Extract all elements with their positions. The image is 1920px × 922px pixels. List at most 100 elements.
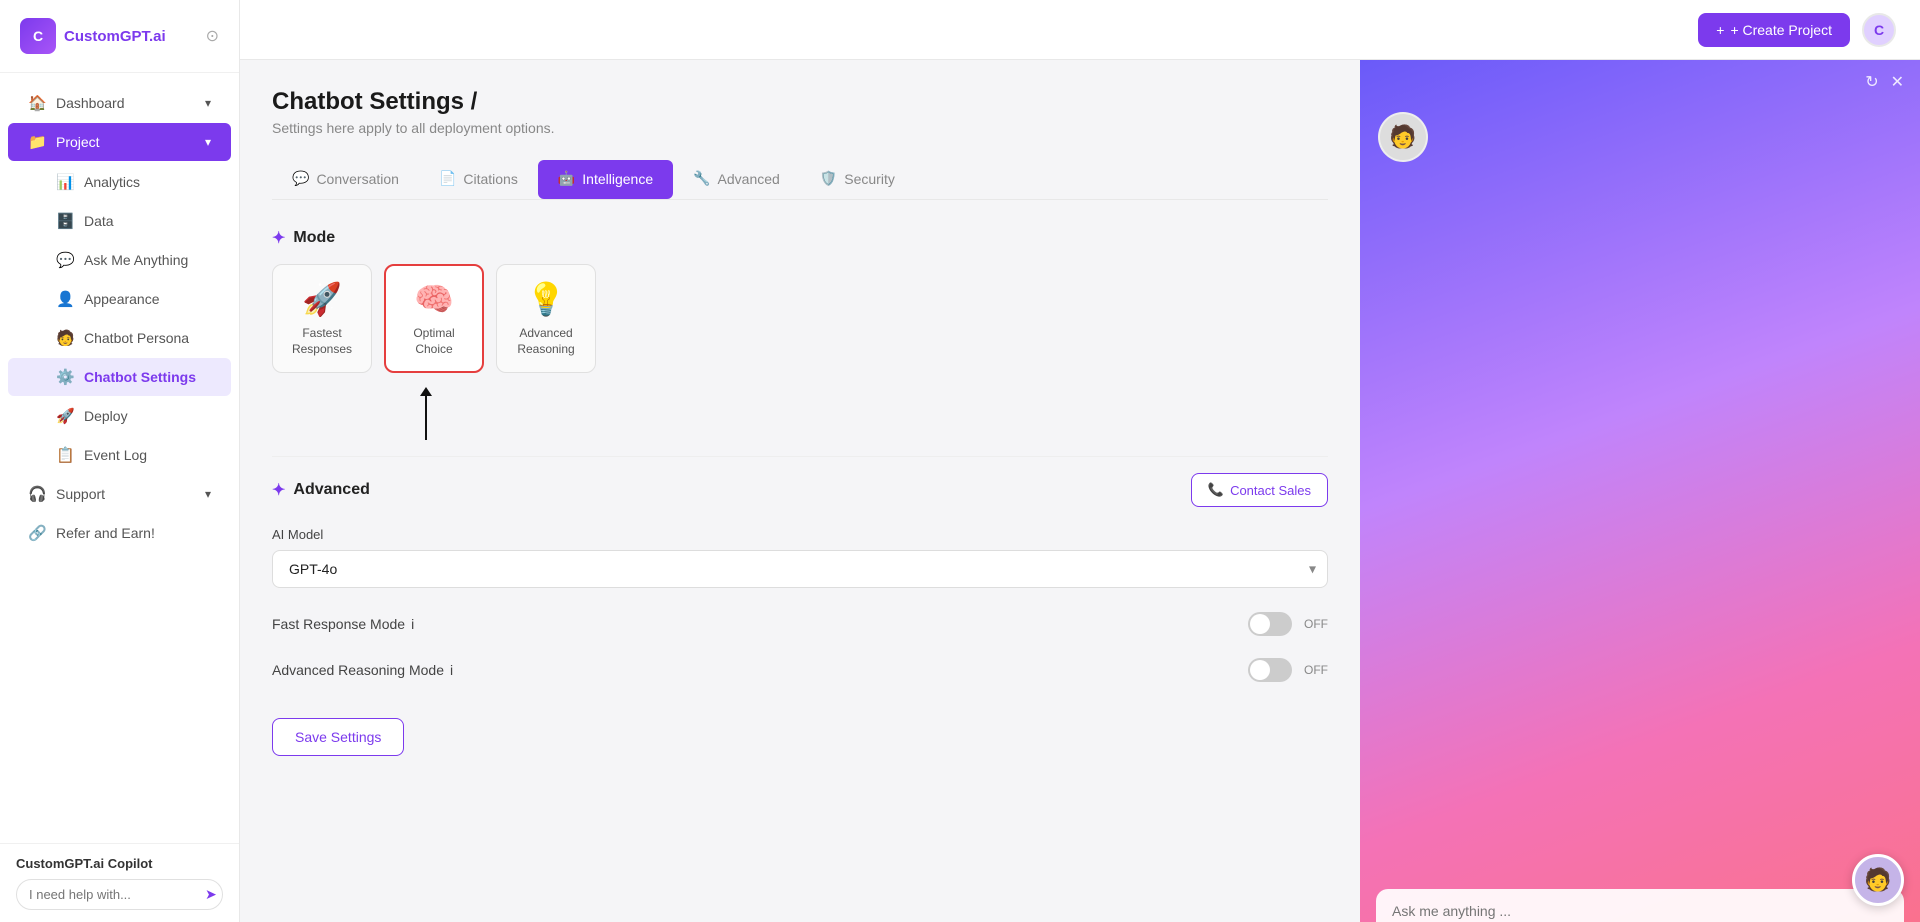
ai-model-select-wrap: GPT-4o GPT-4 GPT-3.5 Claude 3 ▾ (272, 550, 1328, 588)
close-icon[interactable]: ✕ (1891, 72, 1904, 92)
appearance-icon: 👤 (56, 290, 74, 308)
sidebar-item-label: Ask Me Anything (84, 252, 188, 268)
advanced-section-icon: ✦ (272, 480, 285, 500)
save-label: Save Settings (295, 729, 381, 745)
fast-response-label: Fast Response Mode i (272, 616, 414, 632)
chat-input-area: Shift + Enter to add a new line ➤ (1376, 889, 1904, 922)
mode-card-fastest[interactable]: 🚀 Fastest Responses (272, 264, 372, 373)
chat-panel: ↻ ✕ 🧑 Shift + Enter to add a new line ➤ (1360, 60, 1920, 922)
rocket-icon: 🚀 (302, 280, 342, 318)
user-avatar[interactable]: C (1862, 13, 1896, 47)
sidebar-item-label: Deploy (84, 408, 128, 424)
tab-label: Conversation (316, 171, 399, 187)
sidebar-item-ask-me-anything[interactable]: 💬 Ask Me Anything (8, 241, 231, 279)
contact-sales-button[interactable]: 📞 Contact Sales (1191, 473, 1328, 507)
topbar: + + Create Project C (240, 0, 1920, 60)
intelligence-icon: 🤖 (558, 170, 575, 187)
sidebar-item-refer[interactable]: 🔗 Refer and Earn! (8, 514, 231, 552)
plus-icon: + (1716, 22, 1724, 38)
mode-card-optimal[interactable]: 🧠 Optimal Choice (384, 264, 484, 373)
logo-text: CustomGPT.ai (64, 28, 166, 45)
deploy-icon: 🚀 (56, 407, 74, 425)
mode-section-icon: ✦ (272, 228, 285, 248)
data-icon: 🗄️ (56, 212, 74, 230)
tab-intelligence[interactable]: 🤖 Intelligence (538, 160, 673, 199)
sidebar-item-appearance[interactable]: 👤 Appearance (8, 280, 231, 318)
section-divider (272, 456, 1328, 457)
advanced-label: Advanced (293, 481, 369, 499)
chat-input[interactable] (1392, 903, 1888, 919)
user-initial: C (1874, 22, 1884, 38)
sidebar-item-label: Dashboard (56, 95, 125, 111)
chat-icon: 💬 (56, 251, 74, 269)
analytics-icon: 📊 (56, 173, 74, 191)
sidebar-item-label: Refer and Earn! (56, 525, 155, 541)
page-subtitle: Settings here apply to all deployment op… (272, 120, 1328, 136)
sidebar-item-label: Chatbot Persona (84, 330, 189, 346)
advanced-label-wrap: ✦ Advanced (272, 480, 370, 500)
tab-label: Citations (463, 171, 517, 187)
chat-bot-avatar: 🧑 (1378, 112, 1428, 162)
clock-icon[interactable]: ⊙ (206, 26, 219, 46)
conversation-icon: 💬 (292, 170, 309, 187)
sidebar-item-label: Project (56, 134, 100, 150)
sidebar-nav: 🏠 Dashboard ▾ 📁 Project ▾ 📊 Analytics 🗄️… (0, 73, 239, 843)
sidebar-item-event-log[interactable]: 📋 Event Log (8, 436, 231, 474)
advanced-reasoning-row: Advanced Reasoning Mode i OFF (272, 654, 1328, 686)
sidebar-item-chatbot-persona[interactable]: 🧑 Chatbot Persona (8, 319, 231, 357)
page-title: Chatbot Settings / (272, 88, 1328, 116)
ai-model-label: AI Model (272, 527, 1328, 542)
mode-card-advanced-reasoning[interactable]: 💡 Advanced Reasoning (496, 264, 596, 373)
mode-section-header: ✦ Mode (272, 228, 1328, 248)
sidebar-item-analytics[interactable]: 📊 Analytics (8, 163, 231, 201)
advanced-reasoning-label: Advanced Reasoning Mode i (272, 662, 453, 678)
tab-conversation[interactable]: 💬 Conversation (272, 160, 419, 199)
tab-security[interactable]: 🛡️ Security (800, 160, 915, 199)
sidebar-item-label: Event Log (84, 447, 147, 463)
advanced-section-header: ✦ Advanced 📞 Contact Sales (272, 473, 1328, 507)
save-settings-button[interactable]: Save Settings (272, 718, 404, 756)
chat-panel-top: ↻ ✕ (1360, 60, 1920, 104)
chevron-down-icon: ▾ (205, 135, 211, 149)
tab-citations[interactable]: 📄 Citations (419, 160, 538, 199)
sidebar-item-label: Chatbot Settings (84, 369, 196, 385)
home-icon: 🏠 (28, 94, 46, 112)
advanced-reasoning-toggle[interactable] (1248, 658, 1292, 682)
fast-response-toggle[interactable] (1248, 612, 1292, 636)
phone-icon: 📞 (1208, 482, 1224, 498)
tabs-bar: 💬 Conversation 📄 Citations 🤖 Intelligenc… (272, 160, 1328, 200)
chevron-down-icon: ▾ (205, 487, 211, 501)
mode-card-label: Advanced Reasoning (507, 326, 585, 357)
copilot-input[interactable] (29, 887, 205, 902)
sidebar-item-data[interactable]: 🗄️ Data (8, 202, 231, 240)
sidebar-item-deploy[interactable]: 🚀 Deploy (8, 397, 231, 435)
persona-icon: 🧑 (56, 329, 74, 347)
copilot-section: CustomGPT.ai Copilot ➤ (0, 843, 239, 922)
advanced-icon: 🔧 (693, 170, 710, 187)
fast-response-info-icon[interactable]: i (411, 616, 414, 632)
chevron-down-icon: ▾ (205, 96, 211, 110)
contact-sales-label: Contact Sales (1230, 483, 1311, 498)
copilot-send-icon[interactable]: ➤ (205, 886, 217, 903)
sidebar-item-support[interactable]: 🎧 Support ▾ (8, 475, 231, 513)
tab-advanced[interactable]: 🔧 Advanced (673, 160, 800, 199)
ai-model-select[interactable]: GPT-4o GPT-4 GPT-3.5 Claude 3 (272, 550, 1328, 588)
settings-icon: ⚙️ (56, 368, 74, 386)
sidebar-item-label: Appearance (84, 291, 160, 307)
mode-label: Mode (293, 229, 335, 247)
sidebar-item-project[interactable]: 📁 Project ▾ (8, 123, 231, 161)
toggle-group: Fast Response Mode i OFF Advanced Reason… (272, 608, 1328, 686)
sidebar-item-chatbot-settings[interactable]: ⚙️ Chatbot Settings (8, 358, 231, 396)
ai-model-group: AI Model GPT-4o GPT-4 GPT-3.5 Claude 3 ▾ (272, 527, 1328, 588)
fast-response-state: OFF (1304, 617, 1328, 631)
copilot-input-wrap: ➤ (16, 879, 223, 910)
bottom-user-avatar[interactable]: 🧑 (1852, 854, 1904, 906)
support-icon: 🎧 (28, 485, 46, 503)
sidebar-item-dashboard[interactable]: 🏠 Dashboard ▾ (8, 84, 231, 122)
create-project-button[interactable]: + + Create Project (1698, 13, 1850, 47)
advanced-reasoning-info-icon[interactable]: i (450, 662, 453, 678)
refresh-icon[interactable]: ↻ (1865, 72, 1878, 92)
log-icon: 📋 (56, 446, 74, 464)
sidebar-item-label: Data (84, 213, 114, 229)
project-icon: 📁 (28, 133, 46, 151)
